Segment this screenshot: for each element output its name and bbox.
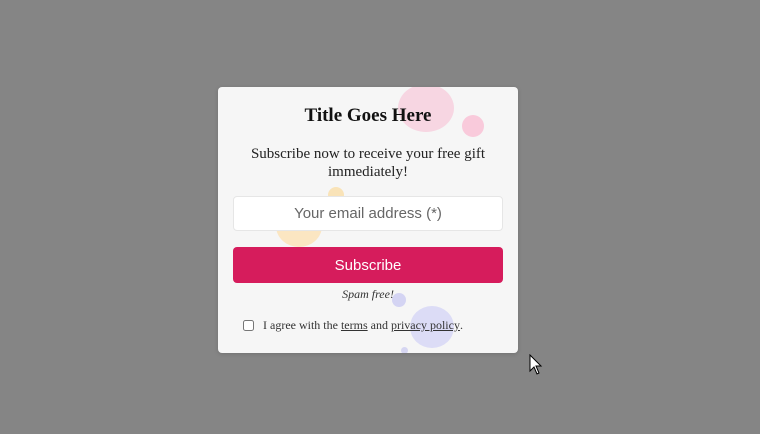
terms-link[interactable]: terms xyxy=(341,318,368,333)
agreement-suffix: . xyxy=(459,318,463,332)
subscribe-popup: Title Goes Here Subscribe now to receive… xyxy=(218,87,518,353)
email-field[interactable] xyxy=(233,196,503,231)
agreement-prefix: I agree with the xyxy=(263,318,341,332)
agreement-row: I agree with the terms and privacy polic… xyxy=(243,318,463,333)
spam-note: Spam free! xyxy=(342,287,394,301)
popup-subtitle: Subscribe now to receive your free gift … xyxy=(250,146,486,180)
privacy-policy-link[interactable]: privacy policy xyxy=(391,318,460,333)
agreement-middle: and xyxy=(367,318,391,332)
decorative-bubble xyxy=(401,347,408,353)
mouse-pointer-icon xyxy=(529,354,543,375)
subscribe-button[interactable]: Subscribe xyxy=(233,247,503,283)
agree-checkbox[interactable] xyxy=(243,320,254,331)
popup-title: Title Goes Here xyxy=(304,105,432,126)
